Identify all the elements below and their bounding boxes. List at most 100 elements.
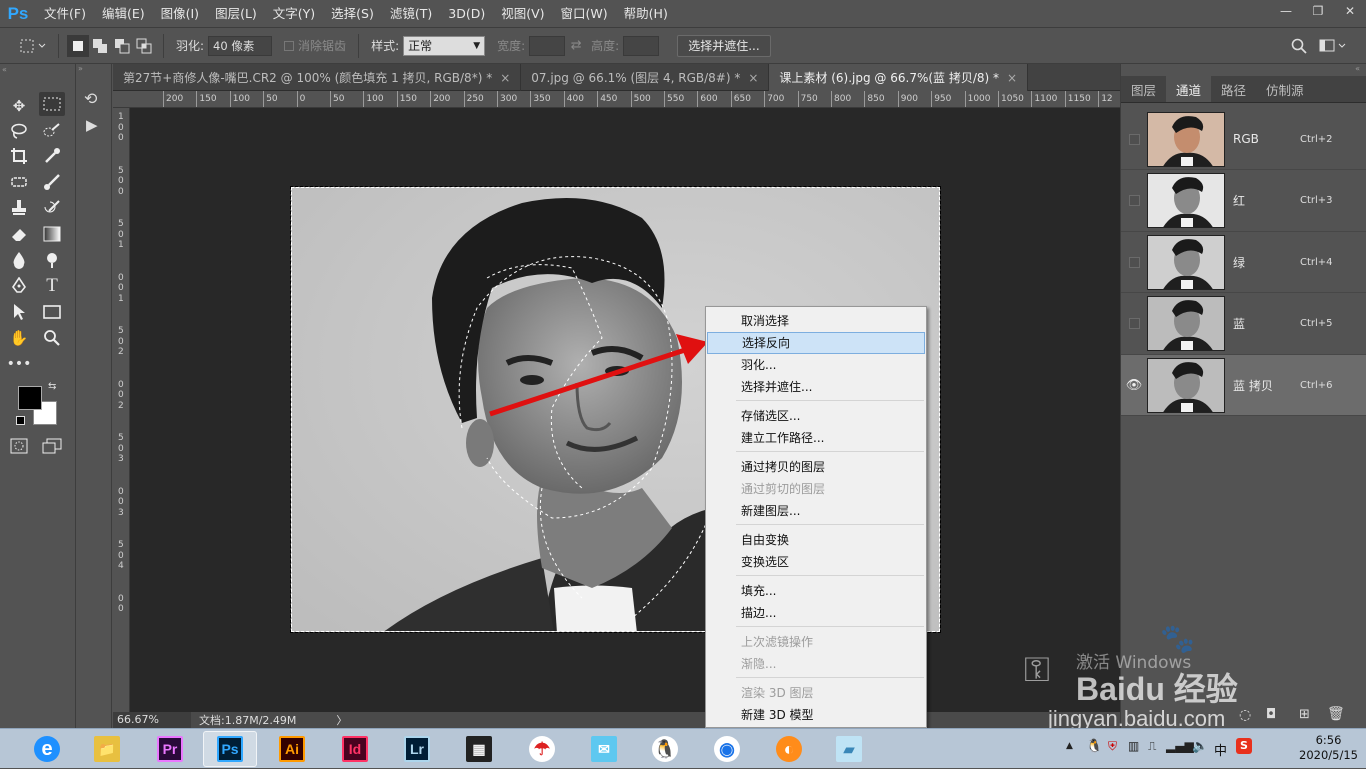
subtract-selection-icon[interactable]	[111, 35, 133, 57]
select-and-mask-button[interactable]: 选择并遮住...	[677, 34, 771, 57]
panel-tab[interactable]: 通道	[1166, 76, 1212, 102]
taskbar-app-browser[interactable]: e	[20, 731, 74, 767]
rectangle-tool-icon[interactable]	[39, 300, 65, 324]
workspace-icon[interactable]	[1316, 35, 1352, 57]
context-menu-item[interactable]: 存储选区...	[707, 405, 925, 427]
swap-colors-icon[interactable]: ⇆	[48, 381, 56, 392]
channel-row[interactable]: 👁 蓝 拷贝 Ctrl+6	[1121, 355, 1366, 416]
collapse-icon[interactable]: «	[2, 64, 72, 74]
visibility-toggle[interactable]: 👁	[1121, 378, 1147, 393]
zoom-level[interactable]: 66.67%	[113, 712, 191, 728]
gradient-tool-icon[interactable]	[39, 222, 65, 246]
taskbar-app-notepad[interactable]: ▰	[822, 731, 876, 767]
taskbar-app-qq[interactable]: 🐧	[638, 731, 692, 767]
zoom-tool-icon[interactable]	[39, 326, 65, 350]
close-button[interactable]: ✕	[1334, 0, 1366, 22]
visibility-toggle[interactable]	[1121, 195, 1147, 206]
device-tray-icon[interactable]: ▥	[1128, 739, 1139, 753]
menu-item[interactable]: 视图(V)	[493, 0, 552, 27]
taskbar-app-photoshop[interactable]: Ps	[203, 731, 257, 767]
status-menu-arrow[interactable]: 〉	[336, 712, 347, 728]
taskbar-app-chrome[interactable]: ◉	[700, 731, 754, 767]
context-menu-item[interactable]: 新建图层...	[707, 500, 925, 522]
healing-tool-icon[interactable]	[6, 170, 32, 194]
move-tool-icon[interactable]: ✥	[6, 94, 32, 118]
marquee-preset-icon[interactable]	[18, 35, 50, 57]
security-tray-icon[interactable]: ⛨	[1108, 739, 1117, 754]
taskbar-app-fox[interactable]: ◐	[762, 731, 816, 767]
eraser-tool-icon[interactable]	[6, 222, 32, 246]
blur-tool-icon[interactable]	[6, 248, 32, 272]
height-input[interactable]	[623, 35, 660, 56]
document-tab[interactable]: 课上素材 (6).jpg @ 66.7%(蓝 拷贝/8) * ×	[769, 64, 1029, 91]
sogou-icon[interactable]: S	[1236, 738, 1252, 754]
context-menu-item[interactable]: 新建 3D 模型	[707, 704, 925, 726]
brush-tool-icon[interactable]	[39, 170, 65, 194]
panel-tab[interactable]: 仿制源	[1256, 76, 1314, 102]
ime-indicator[interactable]: 中	[1214, 740, 1227, 759]
taskbar-app-umbrella[interactable]: ☂	[515, 731, 569, 767]
menu-item[interactable]: 滤镜(T)	[382, 0, 440, 27]
path-selection-tool-icon[interactable]	[6, 300, 32, 324]
history-panel-icon[interactable]: ⟲	[84, 89, 97, 108]
context-menu-item[interactable]: 选择并遮住...	[707, 376, 925, 398]
dodge-tool-icon[interactable]	[39, 248, 65, 272]
delete-channel-icon[interactable]: 🗑	[1327, 706, 1345, 722]
usb-tray-icon[interactable]: ⎍	[1148, 739, 1156, 754]
taskbar-app-explorer[interactable]: 📁	[80, 731, 134, 767]
quick-mask-icon[interactable]	[6, 434, 32, 458]
network-icon[interactable]: ▂▄▆	[1166, 739, 1194, 753]
channel-row[interactable]: 蓝 Ctrl+5	[1121, 294, 1366, 355]
quick-selection-tool-icon[interactable]	[39, 119, 65, 143]
menu-item[interactable]: 选择(S)	[323, 0, 382, 27]
context-menu-item[interactable]: 描边...	[707, 602, 925, 624]
hand-tool-icon[interactable]: ✋	[6, 326, 32, 350]
menu-item[interactable]: 帮助(H)	[616, 0, 676, 27]
type-tool-icon[interactable]: T	[39, 274, 65, 298]
menu-item[interactable]: 图像(I)	[153, 0, 207, 27]
taskbar-app-video[interactable]: ▦	[452, 731, 506, 767]
taskbar-app-illustrator[interactable]: Ai	[265, 731, 319, 767]
minimize-button[interactable]: —	[1270, 0, 1302, 22]
visibility-toggle[interactable]	[1121, 133, 1147, 145]
menu-item[interactable]: 图层(L)	[207, 0, 265, 27]
collapse-icon[interactable]: »	[78, 64, 83, 73]
menu-item[interactable]: 编辑(E)	[94, 0, 153, 27]
volume-icon[interactable]: 🔈	[1192, 739, 1208, 754]
context-menu-item[interactable]: 自由变换	[707, 529, 925, 551]
close-tab-icon[interactable]: ×	[748, 71, 758, 85]
antialias-checkbox[interactable]	[284, 40, 295, 51]
context-menu-item[interactable]: 羽化...	[707, 354, 925, 376]
foreground-color-swatch[interactable]	[18, 386, 42, 410]
actions-panel-icon[interactable]: ▶	[86, 116, 98, 134]
menu-item[interactable]: 3D(D)	[440, 0, 493, 27]
width-input[interactable]	[529, 35, 566, 56]
panel-tab[interactable]: 图层	[1121, 76, 1166, 102]
menu-item[interactable]: 文件(F)	[36, 0, 94, 27]
lasso-tool-icon[interactable]	[6, 119, 32, 143]
restore-button[interactable]: ❐	[1302, 0, 1334, 22]
context-menu-item[interactable]: 变换选区	[707, 551, 925, 573]
pen-tool-icon[interactable]	[6, 274, 32, 298]
document-tab[interactable]: 07.jpg @ 66.1% (图层 4, RGB/8#) * ×	[521, 64, 770, 91]
more-tools-icon[interactable]: •••	[6, 352, 32, 376]
tray-expand-icon[interactable]: ▲	[1066, 741, 1073, 751]
feather-input[interactable]: 40 像素	[208, 35, 273, 56]
context-menu-item[interactable]: 通过拷贝的图层	[707, 456, 925, 478]
qq-tray-icon[interactable]: 🐧	[1086, 739, 1102, 754]
taskbar-app-premiere[interactable]: Pr	[143, 731, 197, 767]
channel-row[interactable]: 绿 Ctrl+4	[1121, 232, 1366, 293]
screen-mode-icon[interactable]	[39, 434, 65, 458]
history-brush-tool-icon[interactable]	[39, 196, 65, 220]
visibility-toggle[interactable]	[1121, 256, 1147, 268]
context-menu-item[interactable]: 建立工作路径...	[707, 427, 925, 449]
taskbar-app-chat[interactable]: ✉	[577, 731, 631, 767]
add-selection-icon[interactable]	[89, 35, 111, 57]
search-icon[interactable]	[1288, 35, 1310, 57]
taskbar-app-indesign[interactable]: Id	[328, 731, 382, 767]
panel-tab[interactable]: 路径	[1211, 76, 1256, 102]
crop-tool-icon[interactable]	[6, 144, 32, 168]
rect-marquee-tool-icon[interactable]	[39, 92, 65, 116]
channel-row[interactable]: RGB Ctrl+2	[1121, 109, 1366, 170]
menu-item[interactable]: 文字(Y)	[265, 0, 323, 27]
